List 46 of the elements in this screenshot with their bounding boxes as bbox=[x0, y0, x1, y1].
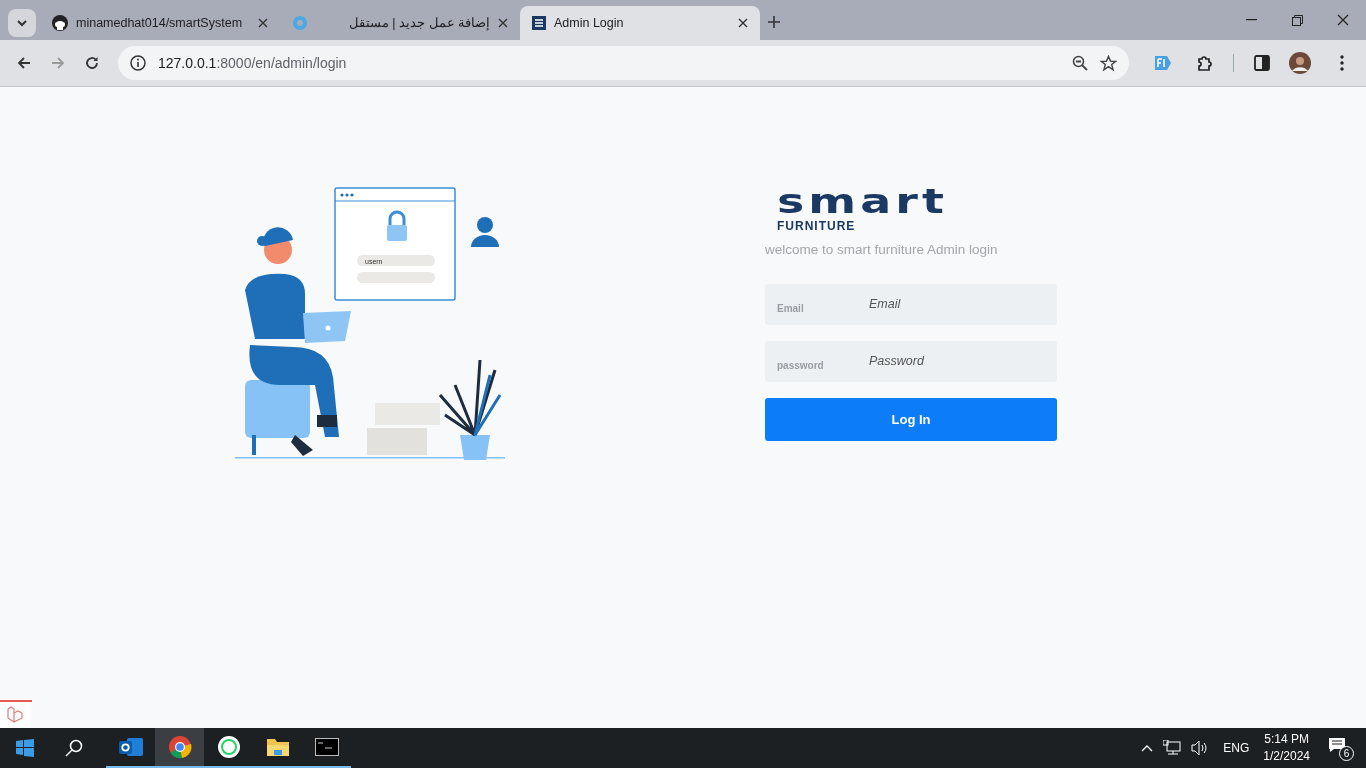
logo-subtitle: FURNITURE bbox=[777, 220, 857, 232]
favicon-icon bbox=[292, 15, 308, 31]
new-tab-icon[interactable] bbox=[768, 16, 780, 28]
network-icon[interactable] bbox=[1163, 740, 1182, 756]
laravel-debug-icon[interactable] bbox=[0, 700, 32, 728]
start-icon[interactable] bbox=[15, 739, 34, 757]
favicon-icon bbox=[52, 15, 68, 31]
volume-icon[interactable] bbox=[1191, 740, 1210, 756]
chevron-up-icon[interactable] bbox=[1141, 744, 1154, 752]
back-icon[interactable] bbox=[17, 56, 31, 70]
info-icon[interactable] bbox=[130, 55, 146, 71]
field-label: password bbox=[777, 359, 825, 374]
password-input[interactable]: Password bbox=[867, 351, 987, 373]
login-button[interactable]: Log In bbox=[765, 398, 1057, 442]
chrome-taskbar-button[interactable] bbox=[155, 728, 204, 768]
outlook-icon[interactable] bbox=[118, 736, 143, 758]
clock[interactable]: 5:14 PM 1/2/2024 bbox=[1263, 731, 1310, 765]
minimize-icon[interactable] bbox=[1245, 19, 1257, 21]
reload-icon[interactable] bbox=[85, 56, 99, 70]
email-input[interactable]: Email bbox=[867, 294, 987, 316]
tab-list-button[interactable] bbox=[8, 9, 36, 37]
address-bar[interactable]: 127.0.0.1:8000/en/admin/login bbox=[118, 46, 1129, 80]
notification-icon[interactable] bbox=[1328, 736, 1346, 753]
notification-count: 6 bbox=[1339, 746, 1354, 761]
language-indicator[interactable]: ENG bbox=[1223, 739, 1250, 757]
browser-tab[interactable]: Admin Login bbox=[520, 6, 760, 40]
star-icon[interactable] bbox=[1100, 54, 1117, 72]
chrome-icon[interactable] bbox=[167, 735, 192, 759]
terminal-icon[interactable] bbox=[314, 738, 339, 756]
welcome-text: welcome to smart furniture Admin login bbox=[765, 241, 999, 259]
field-label: Email bbox=[777, 302, 805, 317]
close-tab-icon[interactable] bbox=[738, 18, 748, 28]
search-icon[interactable] bbox=[64, 739, 83, 757]
explorer-icon[interactable] bbox=[265, 737, 290, 757]
logo-wordmark: smart bbox=[777, 185, 948, 217]
favicon-icon bbox=[532, 16, 546, 30]
close-icon[interactable] bbox=[1337, 14, 1349, 26]
browser-tab[interactable]: إضافة عمل جديد | مستقل bbox=[280, 6, 520, 40]
tab-list-icon[interactable] bbox=[16, 19, 28, 27]
close-tab-icon[interactable] bbox=[258, 18, 268, 28]
whatsapp-icon[interactable] bbox=[216, 735, 241, 759]
browser-tab[interactable]: minamedhat014/smartSystem bbox=[40, 6, 280, 40]
restore-icon[interactable] bbox=[1291, 14, 1303, 26]
close-tab-icon[interactable] bbox=[498, 18, 508, 28]
zoom-out-icon[interactable] bbox=[1072, 55, 1088, 71]
url-text: 127.0.0.1:8000/en/admin/login bbox=[158, 53, 347, 73]
